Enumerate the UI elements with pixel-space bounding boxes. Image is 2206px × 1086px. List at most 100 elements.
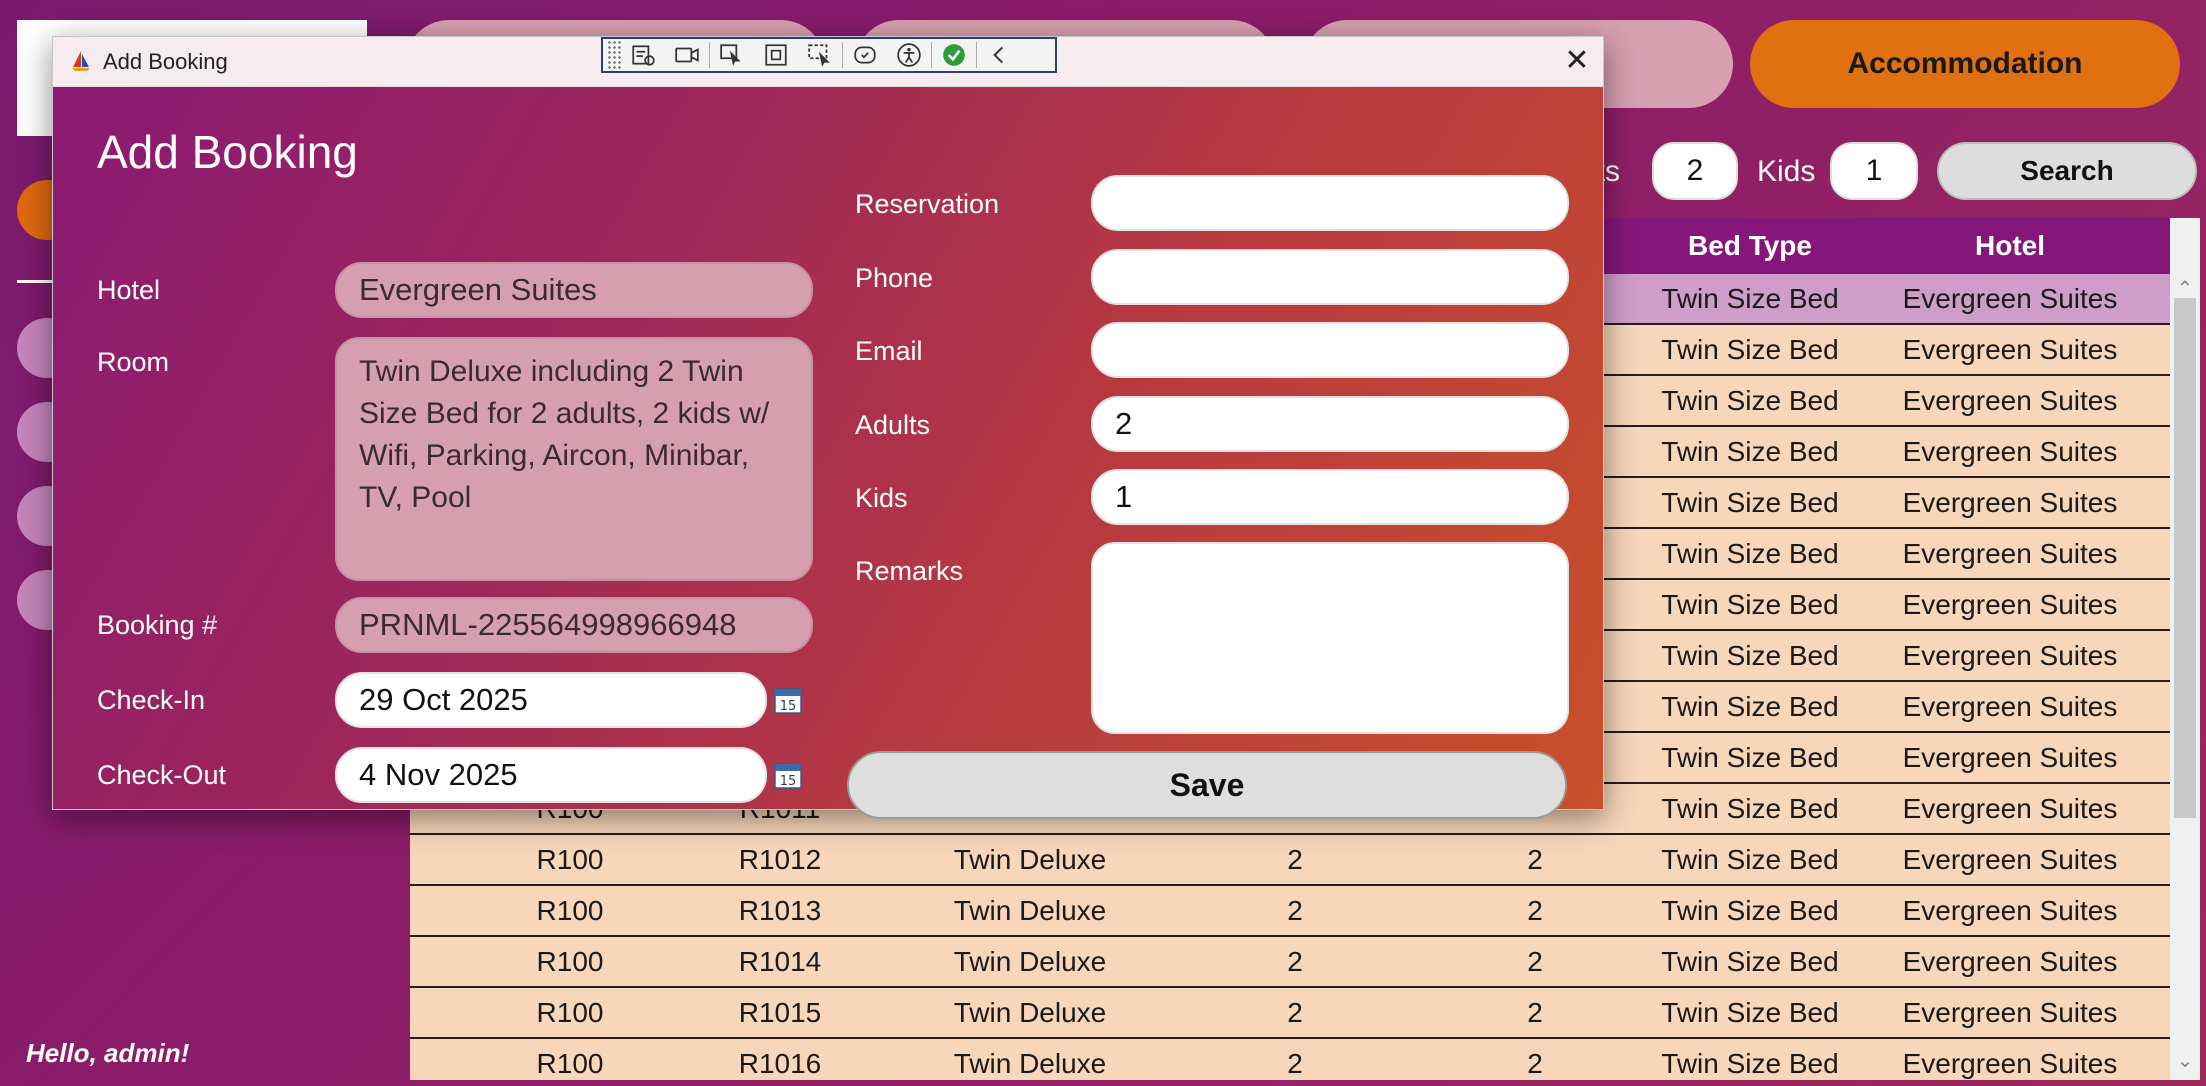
hotel-field: Evergreen Suites [335, 262, 813, 318]
greeting-text: Hello, admin! [26, 1038, 190, 1068]
table-cell-hotel: Evergreen Suites [1902, 1048, 2118, 1079]
table-cell-hotel: Evergreen Suites [1902, 436, 2118, 467]
table-cell-bed: Twin Size Bed [1661, 946, 1839, 977]
kids-label: Kids [855, 483, 908, 513]
table-cell-c3: Twin Deluxe [953, 844, 1107, 875]
table-cell-c2: R1016 [738, 1048, 822, 1079]
table-cell-bed: Twin Size Bed [1661, 1048, 1839, 1079]
dialog-body: Add Booking Hotel Evergreen Suites Room … [53, 87, 1603, 819]
table-cell-hotel: Evergreen Suites [1902, 334, 2118, 365]
calendar-day-text: 15 [780, 699, 797, 714]
table-cell-bed: Twin Size Bed [1661, 436, 1839, 467]
column-header-hotel[interactable]: Hotel [1860, 218, 2160, 274]
binding-check-icon[interactable] [932, 39, 976, 71]
dialog-heading: Add Booking [97, 126, 358, 178]
save-button[interactable]: Save [847, 751, 1567, 819]
table-cell-c3: Twin Deluxe [953, 1048, 1107, 1079]
table-cell-c2: R1014 [738, 946, 822, 977]
phone-input[interactable] [1091, 249, 1569, 305]
table-row[interactable]: R100 R1014 Twin Deluxe 2 2 Twin Size Bed Everg… [410, 937, 2170, 988]
table-cell-bed: Twin Size Bed [1661, 589, 1839, 620]
add-booking-dialog: Add Booking ✕ Add Booking Hotel Evergree… [52, 36, 1604, 819]
table-cell-hotel: Evergreen Suites [1902, 487, 2118, 518]
table-row[interactable]: R100 R1013 Twin Deluxe 2 2 Twin Size Bed Everg… [410, 886, 2170, 937]
table-cell-c1: R100 [536, 895, 604, 926]
table-row[interactable]: R100 R1015 Twin Deluxe 2 2 Twin Size Bed Everg… [410, 988, 2170, 1039]
table-cell-bed: Twin Size Bed [1661, 844, 1839, 875]
table-cell-bed: Twin Size Bed [1661, 487, 1839, 518]
table-cell-c1: R100 [536, 997, 604, 1028]
email-label: Email [855, 336, 923, 366]
reservation-label: Reservation [855, 189, 1000, 219]
table-row[interactable]: R100 R1016 Twin Deluxe 2 2 Twin Size Bed Everg… [410, 1039, 2170, 1080]
record-video-icon[interactable] [665, 39, 709, 71]
table-cell-bed: Twin Size Bed [1661, 793, 1839, 824]
table-cell-hotel: Evergreen Suites [1902, 283, 2118, 314]
nav-accommodation-button[interactable]: Accommodation [1750, 20, 2180, 108]
table-cell-c4: 2 [1287, 946, 1303, 977]
close-icon[interactable]: ✕ [1559, 43, 1595, 79]
table-cell-bed: Twin Size Bed [1661, 742, 1839, 773]
table-cell-c2: R1015 [738, 997, 822, 1028]
reservation-input[interactable] [1091, 175, 1569, 231]
kids-filter-input[interactable]: 1 [1830, 142, 1918, 200]
hot-reload-icon[interactable] [843, 39, 887, 71]
adults-filter-input[interactable]: 2 [1652, 142, 1738, 200]
table-cell-hotel: Evergreen Suites [1902, 691, 2118, 722]
checkin-calendar-icon[interactable]: 15 [773, 685, 803, 715]
display-layout-adorners-icon[interactable] [754, 39, 798, 71]
table-cell-hotel: Evergreen Suites [1902, 946, 2118, 977]
table-cell-c5: 2 [1527, 946, 1543, 977]
table-cell-hotel: Evergreen Suites [1902, 844, 2118, 875]
kids-filter-label: Kids [1757, 155, 1816, 188]
phone-label: Phone [855, 263, 934, 293]
table-cell-c3: Twin Deluxe [953, 997, 1107, 1028]
adults-input[interactable]: 2 [1091, 396, 1569, 452]
scroll-down-icon[interactable]: ⌄ [2170, 1048, 2200, 1073]
table-cell-c2: R1013 [738, 895, 822, 926]
column-header-bed-type[interactable]: Bed Type [1650, 218, 1850, 274]
booking-number-label: Booking # [97, 610, 218, 640]
checkin-date-input[interactable]: 29 Oct 2025 [335, 672, 767, 728]
table-cell-c4: 2 [1287, 1048, 1303, 1079]
live-tree-icon[interactable] [621, 39, 665, 71]
accessibility-icon[interactable] [887, 39, 931, 71]
table-cell-c4: 2 [1287, 895, 1303, 926]
table-cell-bed: Twin Size Bed [1661, 385, 1839, 416]
table-cell-c3: Twin Deluxe [953, 946, 1107, 977]
email-input[interactable] [1091, 322, 1569, 378]
sidebar-divider [17, 280, 57, 283]
track-focus-icon[interactable] [798, 39, 842, 71]
table-cell-c5: 2 [1527, 1048, 1543, 1079]
table-cell-c3: Twin Deluxe [953, 895, 1107, 926]
table-cell-c1: R100 [536, 946, 604, 977]
table-cell-c1: R100 [536, 1048, 604, 1079]
checkout-calendar-icon[interactable]: 15 [773, 760, 803, 790]
table-scrollbar[interactable]: ⌃ ⌄ [2170, 218, 2200, 1080]
table-cell-c5: 2 [1527, 997, 1543, 1028]
dialog-titlebar[interactable]: Add Booking ✕ [53, 37, 1603, 87]
collapse-toolbar-icon[interactable] [977, 39, 1021, 71]
room-label: Room [97, 347, 170, 377]
table-cell-hotel: Evergreen Suites [1902, 895, 2118, 926]
room-description-field: Twin Deluxe including 2 Twin Size Bed fo… [335, 337, 813, 581]
select-element-icon[interactable] [710, 39, 754, 71]
hotel-label: Hotel [97, 275, 161, 305]
app-sail-icon [72, 51, 90, 71]
scrollbar-thumb[interactable] [2174, 298, 2196, 818]
table-cell-hotel: Evergreen Suites [1902, 793, 2118, 824]
search-button[interactable]: Search [1937, 142, 2197, 200]
remarks-textarea[interactable] [1091, 542, 1569, 734]
booking-number-field: PRNML-225564998966948 [335, 597, 813, 653]
table-cell-hotel: Evergreen Suites [1902, 538, 2118, 569]
remarks-label: Remarks [855, 556, 964, 586]
table-cell-c1: R100 [536, 844, 604, 875]
table-cell-c4: 2 [1287, 997, 1303, 1028]
table-row[interactable]: R100 R1012 Twin Deluxe 2 2 Twin Size Bed Everg… [410, 835, 2170, 886]
checkout-date-input[interactable]: 4 Nov 2025 [335, 747, 767, 803]
checkin-label: Check-In [97, 685, 206, 715]
kids-input[interactable]: 1 [1091, 469, 1569, 525]
table-cell-c2: R1012 [738, 844, 822, 875]
table-cell-bed: Twin Size Bed [1661, 895, 1839, 926]
toolbar-grip-icon[interactable] [607, 40, 621, 70]
